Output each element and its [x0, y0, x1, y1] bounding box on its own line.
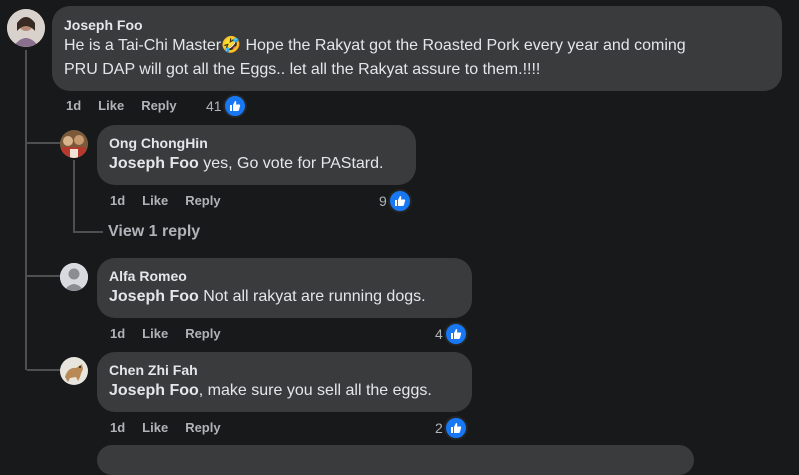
reply-bubble-3: Chen Zhi Fah Joseph Foo, make sure you s… [97, 352, 472, 412]
thread-line-reply1 [73, 160, 75, 232]
avatar-chen-zhi-fah[interactable] [60, 357, 88, 385]
reply-bubble-2: Alfa Romeo Joseph Foo Not all rakyat are… [97, 258, 472, 318]
mention-link[interactable]: Joseph Foo [109, 155, 199, 172]
mention-link[interactable]: Joseph Foo [109, 288, 199, 305]
reply-button[interactable]: Reply [141, 98, 176, 113]
reply-button[interactable]: Reply [185, 420, 220, 435]
reaction-count-reply2[interactable]: 4 [435, 322, 468, 346]
thumbs-up-icon [222, 94, 247, 118]
thumbs-up-icon [443, 322, 468, 346]
reply-text: Joseph Foo, make sure you sell all the e… [109, 382, 432, 399]
default-user-icon [60, 263, 88, 291]
reply-author[interactable]: Chen Zhi Fah [109, 361, 460, 379]
reply-text: Joseph Foo Not all rakyat are running do… [109, 288, 426, 305]
timestamp[interactable]: 1d [66, 98, 81, 113]
reply-bubble-1: Ong ChongHin Joseph Foo yes, Go vote for… [97, 125, 416, 185]
thumbs-up-icon [387, 189, 412, 213]
like-button[interactable]: Like [142, 420, 168, 435]
like-button[interactable]: Like [98, 98, 124, 113]
thread-branch-1 [27, 142, 60, 144]
like-button[interactable]: Like [142, 193, 168, 208]
reply-author[interactable]: Ong ChongHin [109, 134, 404, 152]
avatar-joseph-foo[interactable] [7, 9, 45, 47]
like-button[interactable]: Like [142, 326, 168, 341]
comment-text: He is a Tai-Chi Master🤣 Hope the Rakyat … [64, 37, 686, 78]
rolling-laughing-emoji-icon: 🤣 [221, 37, 242, 54]
timestamp[interactable]: 1d [110, 326, 125, 341]
thread-branch-2 [27, 275, 60, 277]
avatar-ong-chonghin[interactable] [60, 130, 88, 158]
group-photo-icon [60, 130, 88, 158]
dog-photo-icon [60, 357, 88, 385]
reply-actions-3: 1d Like Reply [110, 420, 238, 435]
reaction-count-reply1[interactable]: 9 [379, 189, 412, 213]
view-replies-link[interactable]: View 1 reply [108, 223, 200, 241]
thread-line-main [25, 50, 27, 370]
comment-actions-main: 1d Like Reply [66, 98, 194, 113]
timestamp[interactable]: 1d [110, 193, 125, 208]
reaction-count-main[interactable]: 41 [206, 94, 247, 118]
reply-actions-1: 1d Like Reply [110, 193, 238, 208]
reply-button[interactable]: Reply [185, 326, 220, 341]
comment-author[interactable]: Joseph Foo [64, 16, 770, 34]
thumbs-up-icon [443, 416, 468, 440]
reply-text: Joseph Foo yes, Go vote for PAStard. [109, 155, 384, 172]
reply-actions-2: 1d Like Reply [110, 326, 238, 341]
reply-author[interactable]: Alfa Romeo [109, 267, 460, 285]
comment-bubble-main: Joseph Foo He is a Tai-Chi Master🤣 Hope … [52, 6, 782, 91]
thread-curve-reply1 [73, 231, 103, 233]
avatar-alfa-romeo[interactable] [60, 263, 88, 291]
woman-portrait-icon [7, 9, 45, 47]
thread-branch-3 [27, 369, 60, 371]
mention-link[interactable]: Joseph Foo [109, 382, 199, 399]
reaction-count-reply3[interactable]: 2 [435, 416, 468, 440]
timestamp[interactable]: 1d [110, 420, 125, 435]
next-reply-bubble [97, 445, 694, 475]
reply-button[interactable]: Reply [185, 193, 220, 208]
